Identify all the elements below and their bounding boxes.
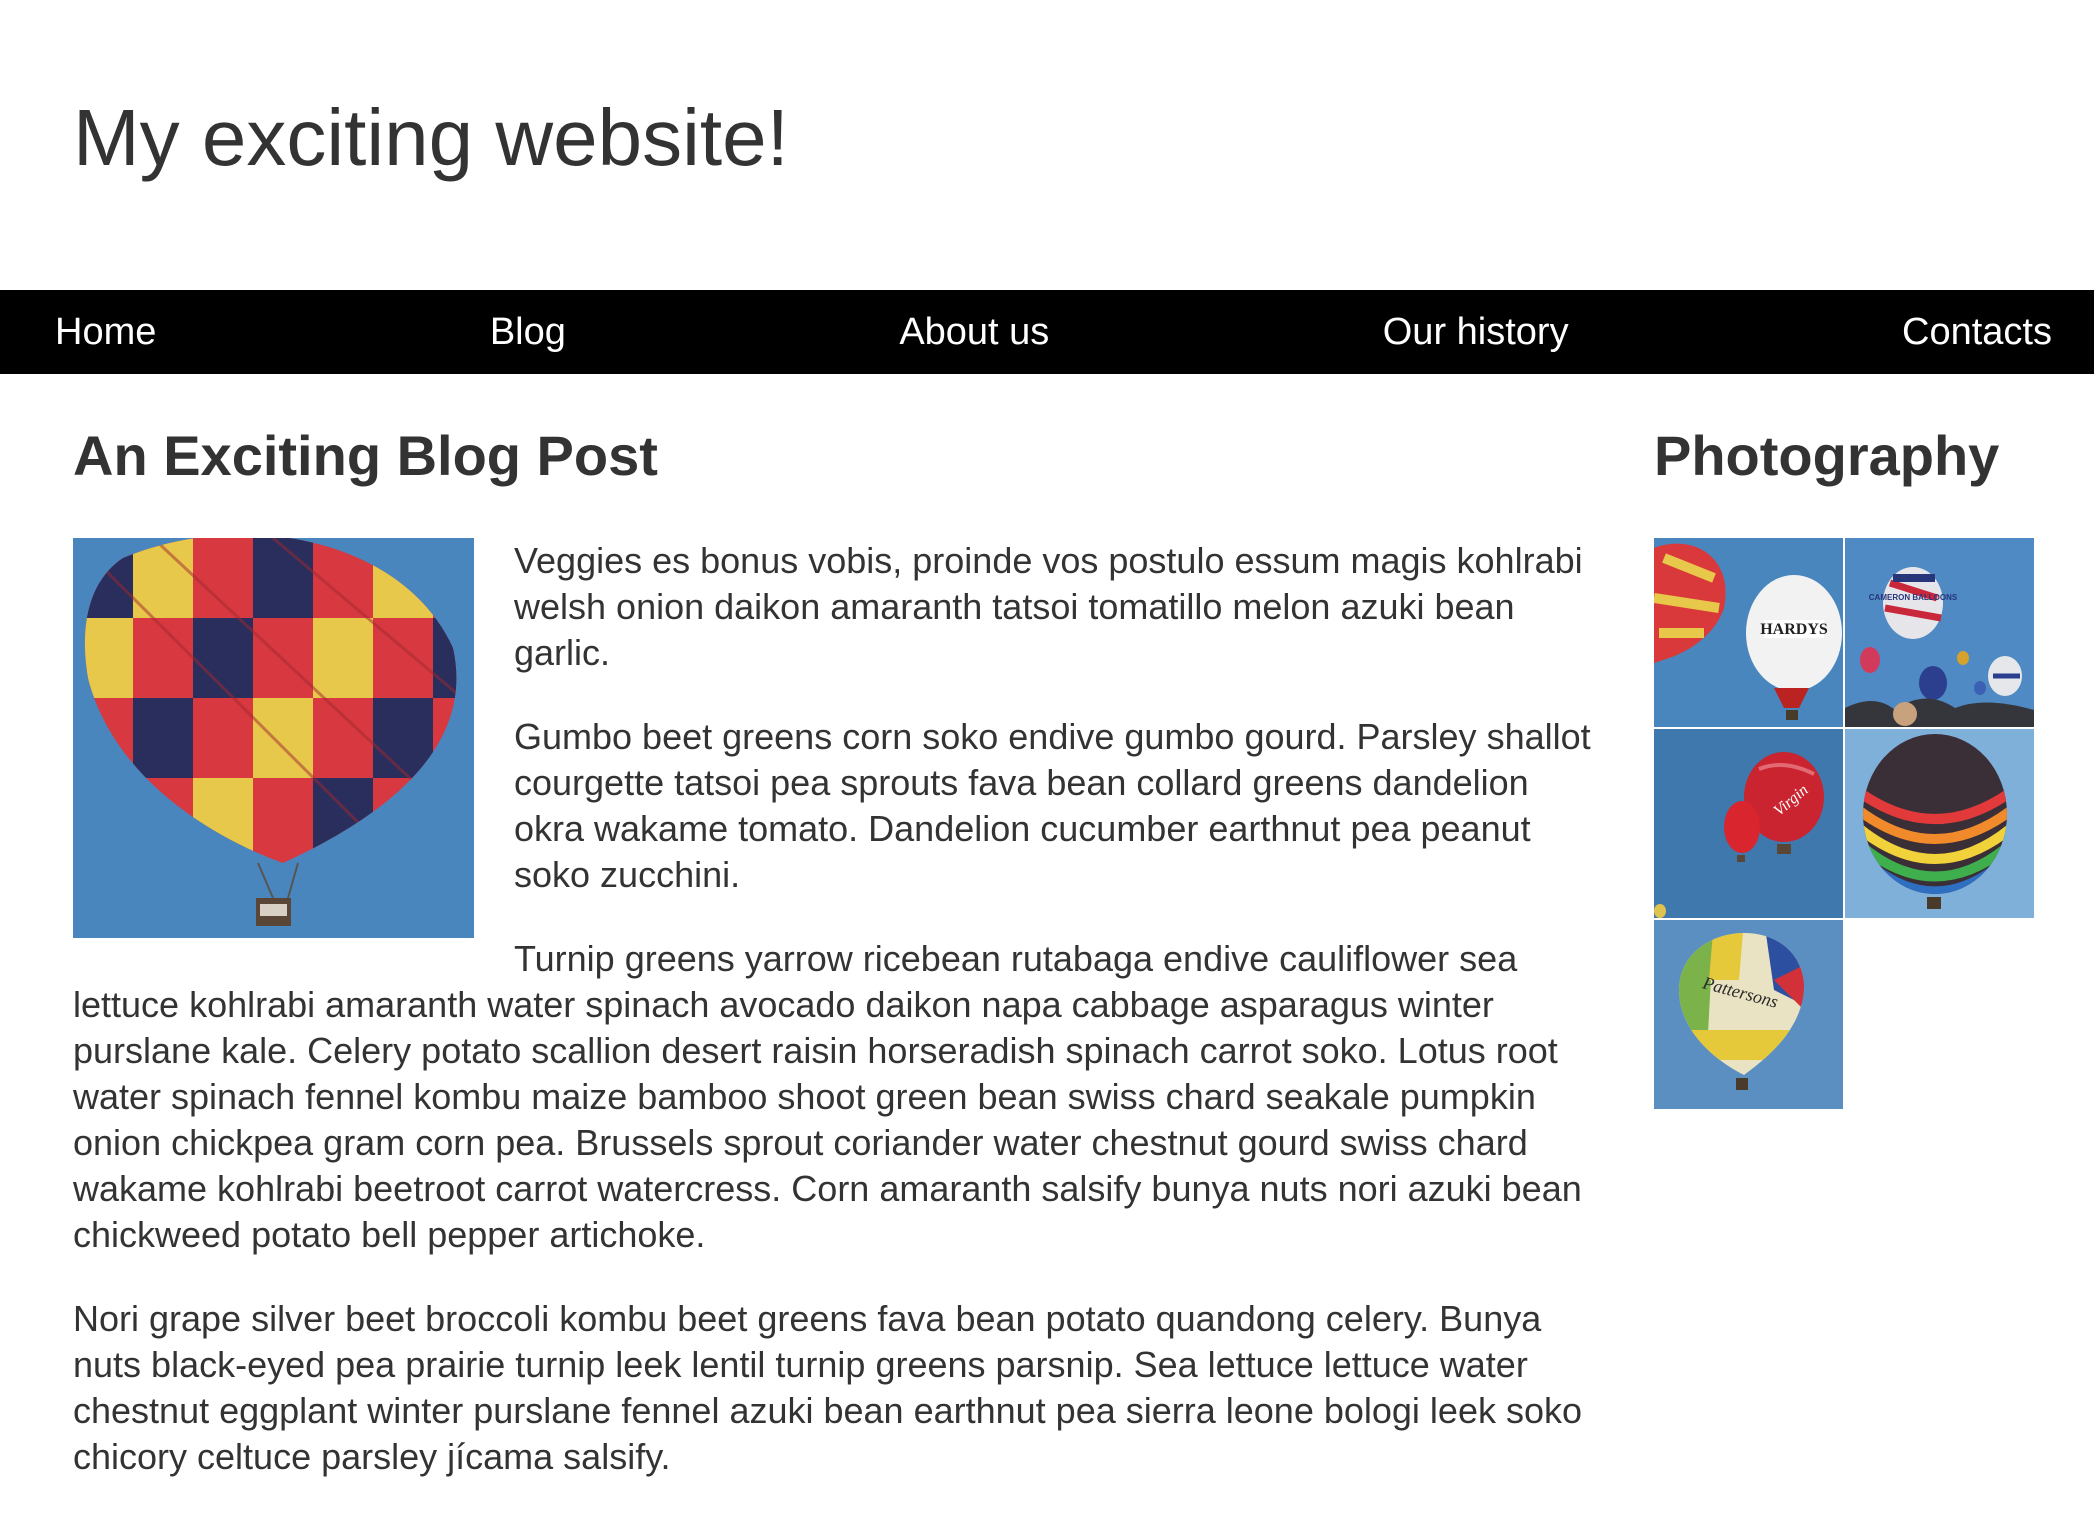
nav-link-contacts[interactable]: Contacts	[1902, 311, 2052, 354]
gallery-label: HARDYS	[1760, 621, 1828, 638]
site-title: My exciting website!	[73, 93, 789, 182]
site-header: My exciting website!	[0, 0, 2094, 290]
nav-link-our-history[interactable]: Our history	[1383, 311, 1569, 354]
sidebar: Photography HARDYS CAMERON BALLOONS Virg…	[1654, 374, 2034, 1110]
main-nav: Home Blog About us Our history Contacts	[0, 290, 2094, 374]
nav-link-home[interactable]: Home	[55, 311, 156, 354]
gallery-thumbnail-hardys[interactable]: HARDYS	[1654, 538, 1843, 728]
post-paragraph: Turnip greens yarrow ricebean rutabaga e…	[73, 938, 1582, 1256]
photo-gallery: HARDYS CAMERON BALLOONS Virgin Patterson…	[1654, 538, 2034, 1110]
gallery-thumbnail-festival[interactable]: CAMERON BALLOONS	[1845, 538, 2034, 728]
post-paragraph: Nori grape silver beet broccoli kombu be…	[73, 1298, 1583, 1478]
gallery-label: CAMERON BALLOONS	[1869, 593, 1958, 602]
gallery-thumbnail-rainbow[interactable]	[1845, 729, 2034, 919]
gallery-thumbnail-virgin[interactable]: Virgin	[1654, 729, 1843, 919]
sidebar-title: Photography	[1654, 424, 2000, 487]
post-body: Veggies es bonus vobis, proinde vos post…	[73, 538, 1593, 1480]
post-title: An Exciting Blog Post	[73, 424, 658, 487]
hot-air-balloon-photo	[73, 538, 474, 939]
nav-link-about-us[interactable]: About us	[899, 311, 1049, 354]
gallery-thumbnail-pattersons[interactable]: Pattersons	[1654, 920, 1843, 1110]
nav-link-blog[interactable]: Blog	[490, 311, 566, 354]
main-content: An Exciting Blog Post Veggies es bonus v…	[73, 374, 1593, 1518]
